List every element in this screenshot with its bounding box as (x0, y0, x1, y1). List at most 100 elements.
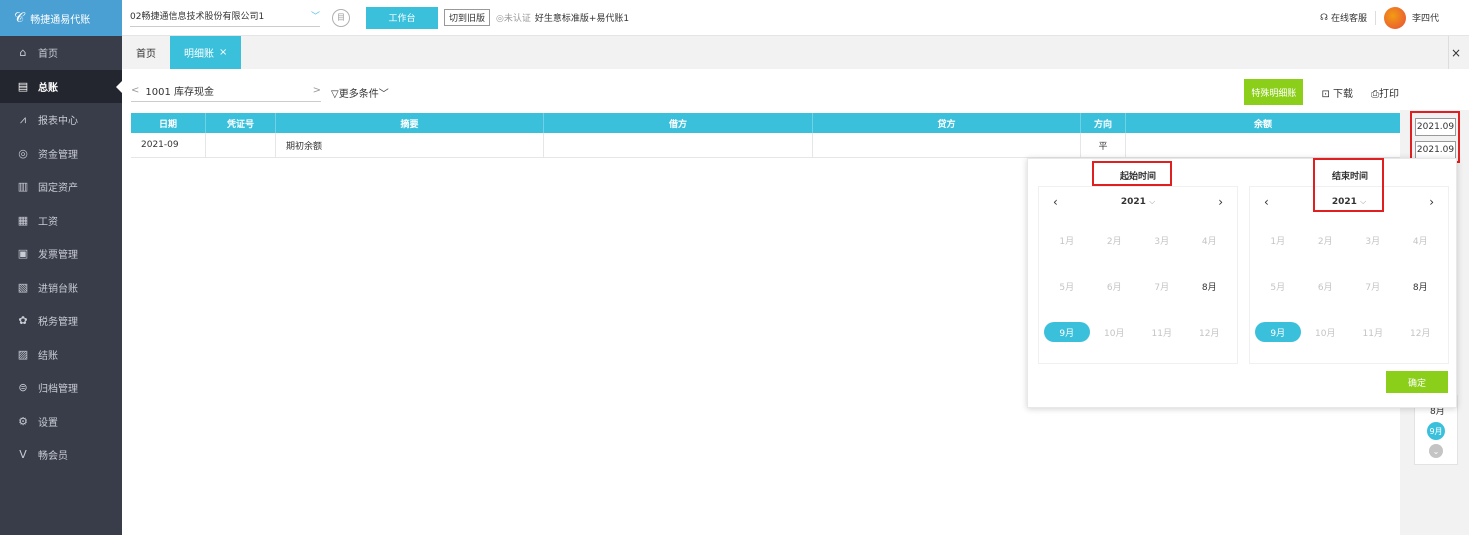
switch-old-version-button[interactable]: 切到旧版 (444, 9, 491, 26)
month-cell[interactable]: 5月 (1043, 263, 1091, 309)
sidebar-item-11[interactable]: ⚙ 设置 (0, 405, 122, 439)
month-cell[interactable]: 6月 (1091, 263, 1139, 309)
sidebar-item-6[interactable]: ▣ 发票管理 (0, 237, 122, 271)
year-select[interactable]: 2021 ⌵ (1121, 197, 1155, 207)
month-cell[interactable]: 4月 (1397, 217, 1445, 263)
month-label: 4月 (1412, 236, 1428, 247)
special-detail-button[interactable]: 特殊明细账 (1244, 79, 1304, 105)
month-label: 2月 (1106, 236, 1122, 247)
month-label: 7月 (1154, 282, 1170, 293)
sidebar-item-label: 工资 (38, 216, 58, 228)
chevron-down-icon[interactable]: ⌄ (1429, 444, 1443, 458)
sidebar-item-2[interactable]: ⩘ 报表中心 (0, 103, 122, 137)
app-logo[interactable]: 𝒞 畅捷通易代账 (0, 0, 122, 36)
document-icon[interactable]: 目 (332, 8, 350, 27)
year-nav: ‹ 2021 ⌵ › (1039, 187, 1237, 217)
divider (1374, 10, 1376, 25)
month-cell[interactable]: 4月 (1186, 217, 1234, 263)
sidebar-item-3[interactable]: ◎ 资金管理 (0, 137, 122, 171)
header-credit[interactable]: 贷方 (813, 113, 1081, 133)
avatar[interactable] (1383, 6, 1406, 29)
month-cell[interactable]: 3月 (1138, 217, 1186, 263)
header-summary[interactable]: 摘要 (276, 113, 544, 133)
sidebar-item-label: 设置 (38, 417, 58, 429)
month-label: 11月 (1151, 328, 1172, 339)
year-value: 2021 (1120, 197, 1146, 207)
month-label: 8月 (1201, 282, 1217, 293)
more-filters-button[interactable]: ▽更多条件﹀ (331, 85, 389, 100)
annotation-box-start (1092, 161, 1172, 186)
header-direction[interactable]: 方向 (1081, 113, 1126, 133)
month-cell[interactable]: 2月 (1302, 217, 1350, 263)
chevron-right-icon[interactable]: > (313, 85, 321, 96)
sidebar-item-4[interactable]: ▥ 固定资产 (0, 170, 122, 204)
sidebar-item-9[interactable]: ▨ 结账 (0, 338, 122, 372)
date-range-picker: 起始时间 结束时间 ‹ 2021 ⌵ › 1月 2月 3月 4月 5月 6月 7月 8月 9月 1… (1027, 158, 1457, 408)
close-icon[interactable]: × (219, 47, 227, 58)
month-cell[interactable]: 1月 (1043, 217, 1091, 263)
sidebar-item-1[interactable]: ▤ 总账 (0, 69, 122, 103)
workbench-button[interactable]: 工作台 (366, 6, 438, 29)
top-bar: 02畅捷通信息技术股份有限公司1 ﹀ 目 工作台 切到旧版 ◎未认证 好生意标准… (122, 0, 1469, 36)
logo-text: 畅捷通易代账 (30, 14, 91, 26)
month-cell[interactable]: 5月 (1254, 263, 1302, 309)
chevron-left-icon[interactable]: ‹ (1264, 195, 1269, 209)
cell-voucher (206, 133, 276, 157)
month-cell[interactable]: 10月 (1302, 309, 1350, 355)
money-icon: ◎ (18, 146, 28, 160)
cell-date: 2021-09 (131, 133, 206, 157)
month-cell[interactable]: 11月 (1138, 309, 1186, 355)
month-cell[interactable]: 1月 (1254, 217, 1302, 263)
sidebar-item-label: 归档管理 (38, 384, 78, 396)
month-cell[interactable]: 12月 (1186, 309, 1234, 355)
header-voucher[interactable]: 凭证号 (206, 113, 276, 133)
header-balance[interactable]: 余额 (1126, 113, 1401, 133)
sidebar-item-12[interactable]: V 畅会员 (0, 438, 122, 472)
header-debit[interactable]: 借方 (544, 113, 813, 133)
user-name[interactable]: 李四代 (1412, 11, 1439, 24)
header-date[interactable]: 日期 (131, 113, 206, 133)
sidebar-item-label: 总账 (38, 82, 58, 94)
month-cell[interactable]: 9月 (1254, 309, 1302, 355)
tab-home[interactable]: 首页 (122, 36, 170, 69)
month-cell[interactable]: 7月 (1138, 263, 1186, 309)
sidebar-item-8[interactable]: ✿ 税务管理 (0, 304, 122, 338)
chevron-right-icon[interactable]: › (1429, 195, 1434, 209)
month-cell[interactable]: 8月 (1186, 263, 1234, 309)
sidebar-item-7[interactable]: ▧ 进销台账 (0, 271, 122, 305)
tab-detail-ledger[interactable]: 明细账 × (170, 36, 242, 69)
table-row[interactable]: 2021-09 期初余额 平 (131, 133, 1401, 158)
account-selector[interactable]: < 1001 库存现金 > (131, 83, 321, 102)
month-cell[interactable]: 2月 (1091, 217, 1139, 263)
month-cell[interactable]: 12月 (1397, 309, 1445, 355)
account-value: 1001 库存现金 (145, 86, 215, 98)
chevron-left-icon[interactable]: ‹ (1053, 195, 1058, 209)
sidebar-item-10[interactable]: ⊜ 归档管理 (0, 371, 122, 405)
month-cell[interactable]: 11月 (1349, 309, 1397, 355)
chevron-down-icon: ﹀ (378, 88, 389, 100)
start-month-panel: ‹ 2021 ⌵ › 1月 2月 3月 4月 5月 6月 7月 8月 9月 10月 11月 12月 (1038, 186, 1238, 364)
chevron-left-icon[interactable]: < (131, 85, 139, 96)
month-label: 7月 (1365, 282, 1381, 293)
month-cell[interactable]: 8月 (1397, 263, 1445, 309)
settings-icon: ⚙ (18, 414, 28, 428)
online-support-link[interactable]: 在线客服 (1331, 11, 1367, 24)
month-cell[interactable]: 9月 (1043, 309, 1091, 355)
sidebar-item-0[interactable]: ⌂ 首页 (0, 36, 122, 70)
print-button[interactable]: ⎙打印 (1371, 85, 1399, 100)
month-cell[interactable]: 3月 (1349, 217, 1397, 263)
close-all-tabs-icon[interactable]: × (1451, 36, 1461, 69)
month-cell[interactable]: 6月 (1302, 263, 1350, 309)
period-item-selected[interactable]: 9月 (1427, 422, 1445, 440)
company-select[interactable]: 02畅捷通信息技术股份有限公司1 ﹀ (130, 9, 320, 27)
cell-balance (1126, 133, 1401, 157)
chevron-right-icon[interactable]: › (1218, 195, 1223, 209)
print-icon: ⎙ (1371, 88, 1379, 100)
download-button[interactable]: ⊡ 下载 (1321, 85, 1353, 100)
download-icon: ⊡ (1321, 88, 1333, 100)
company-name: 02畅捷通信息技术股份有限公司1 (130, 11, 265, 22)
sidebar-item-5[interactable]: ▦ 工资 (0, 204, 122, 238)
month-cell[interactable]: 10月 (1091, 309, 1139, 355)
confirm-button[interactable]: 确定 (1386, 371, 1448, 393)
month-cell[interactable]: 7月 (1349, 263, 1397, 309)
